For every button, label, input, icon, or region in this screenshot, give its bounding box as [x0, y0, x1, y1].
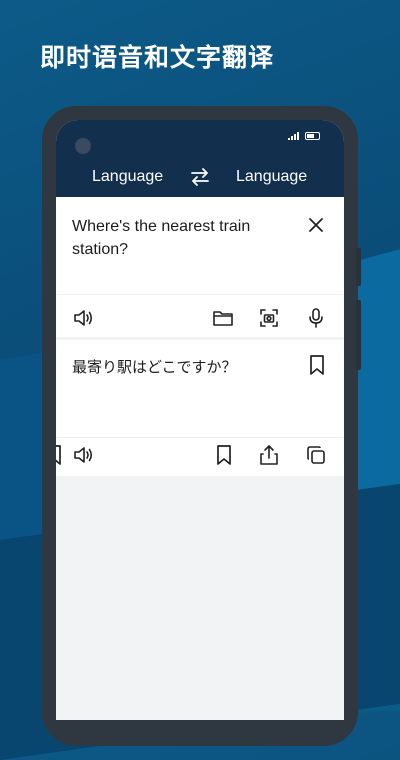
phone-screen: Language Language Where's the nearest tr…: [56, 120, 344, 720]
signal-icon: [288, 132, 299, 140]
phone-button: [356, 300, 361, 370]
front-camera: [75, 138, 91, 154]
speaker-icon[interactable]: [72, 307, 94, 329]
bookmark-icon[interactable]: [213, 444, 235, 466]
target-language-button[interactable]: Language: [236, 168, 307, 186]
bookmark-icon[interactable]: [56, 444, 65, 466]
headline: 即时语音和文字翻译: [40, 43, 275, 72]
translation-card: 最寄り駅はどこですか？: [56, 340, 344, 476]
share-icon[interactable]: [258, 444, 280, 466]
status-bar: [288, 132, 320, 140]
source-card: Where's the nearest train station?: [56, 197, 344, 337]
bookmark-icon[interactable]: [306, 354, 328, 376]
camera-icon[interactable]: [258, 307, 280, 329]
divider: [56, 294, 344, 295]
folder-icon[interactable]: [212, 307, 234, 329]
battery-icon: [305, 132, 320, 140]
swap-icon[interactable]: [189, 166, 211, 188]
divider: [56, 437, 344, 438]
close-icon[interactable]: [306, 215, 326, 235]
source-language-button[interactable]: Language: [92, 168, 163, 186]
source-text-input[interactable]: Where's the nearest train station?: [72, 215, 292, 261]
app-bar: Language Language: [56, 120, 344, 197]
copy-icon[interactable]: [305, 444, 327, 466]
phone-button: [356, 248, 361, 286]
microphone-icon[interactable]: [305, 307, 327, 329]
translated-text: 最寄り駅はどこですか？: [72, 358, 237, 376]
speaker-icon[interactable]: [72, 444, 94, 466]
